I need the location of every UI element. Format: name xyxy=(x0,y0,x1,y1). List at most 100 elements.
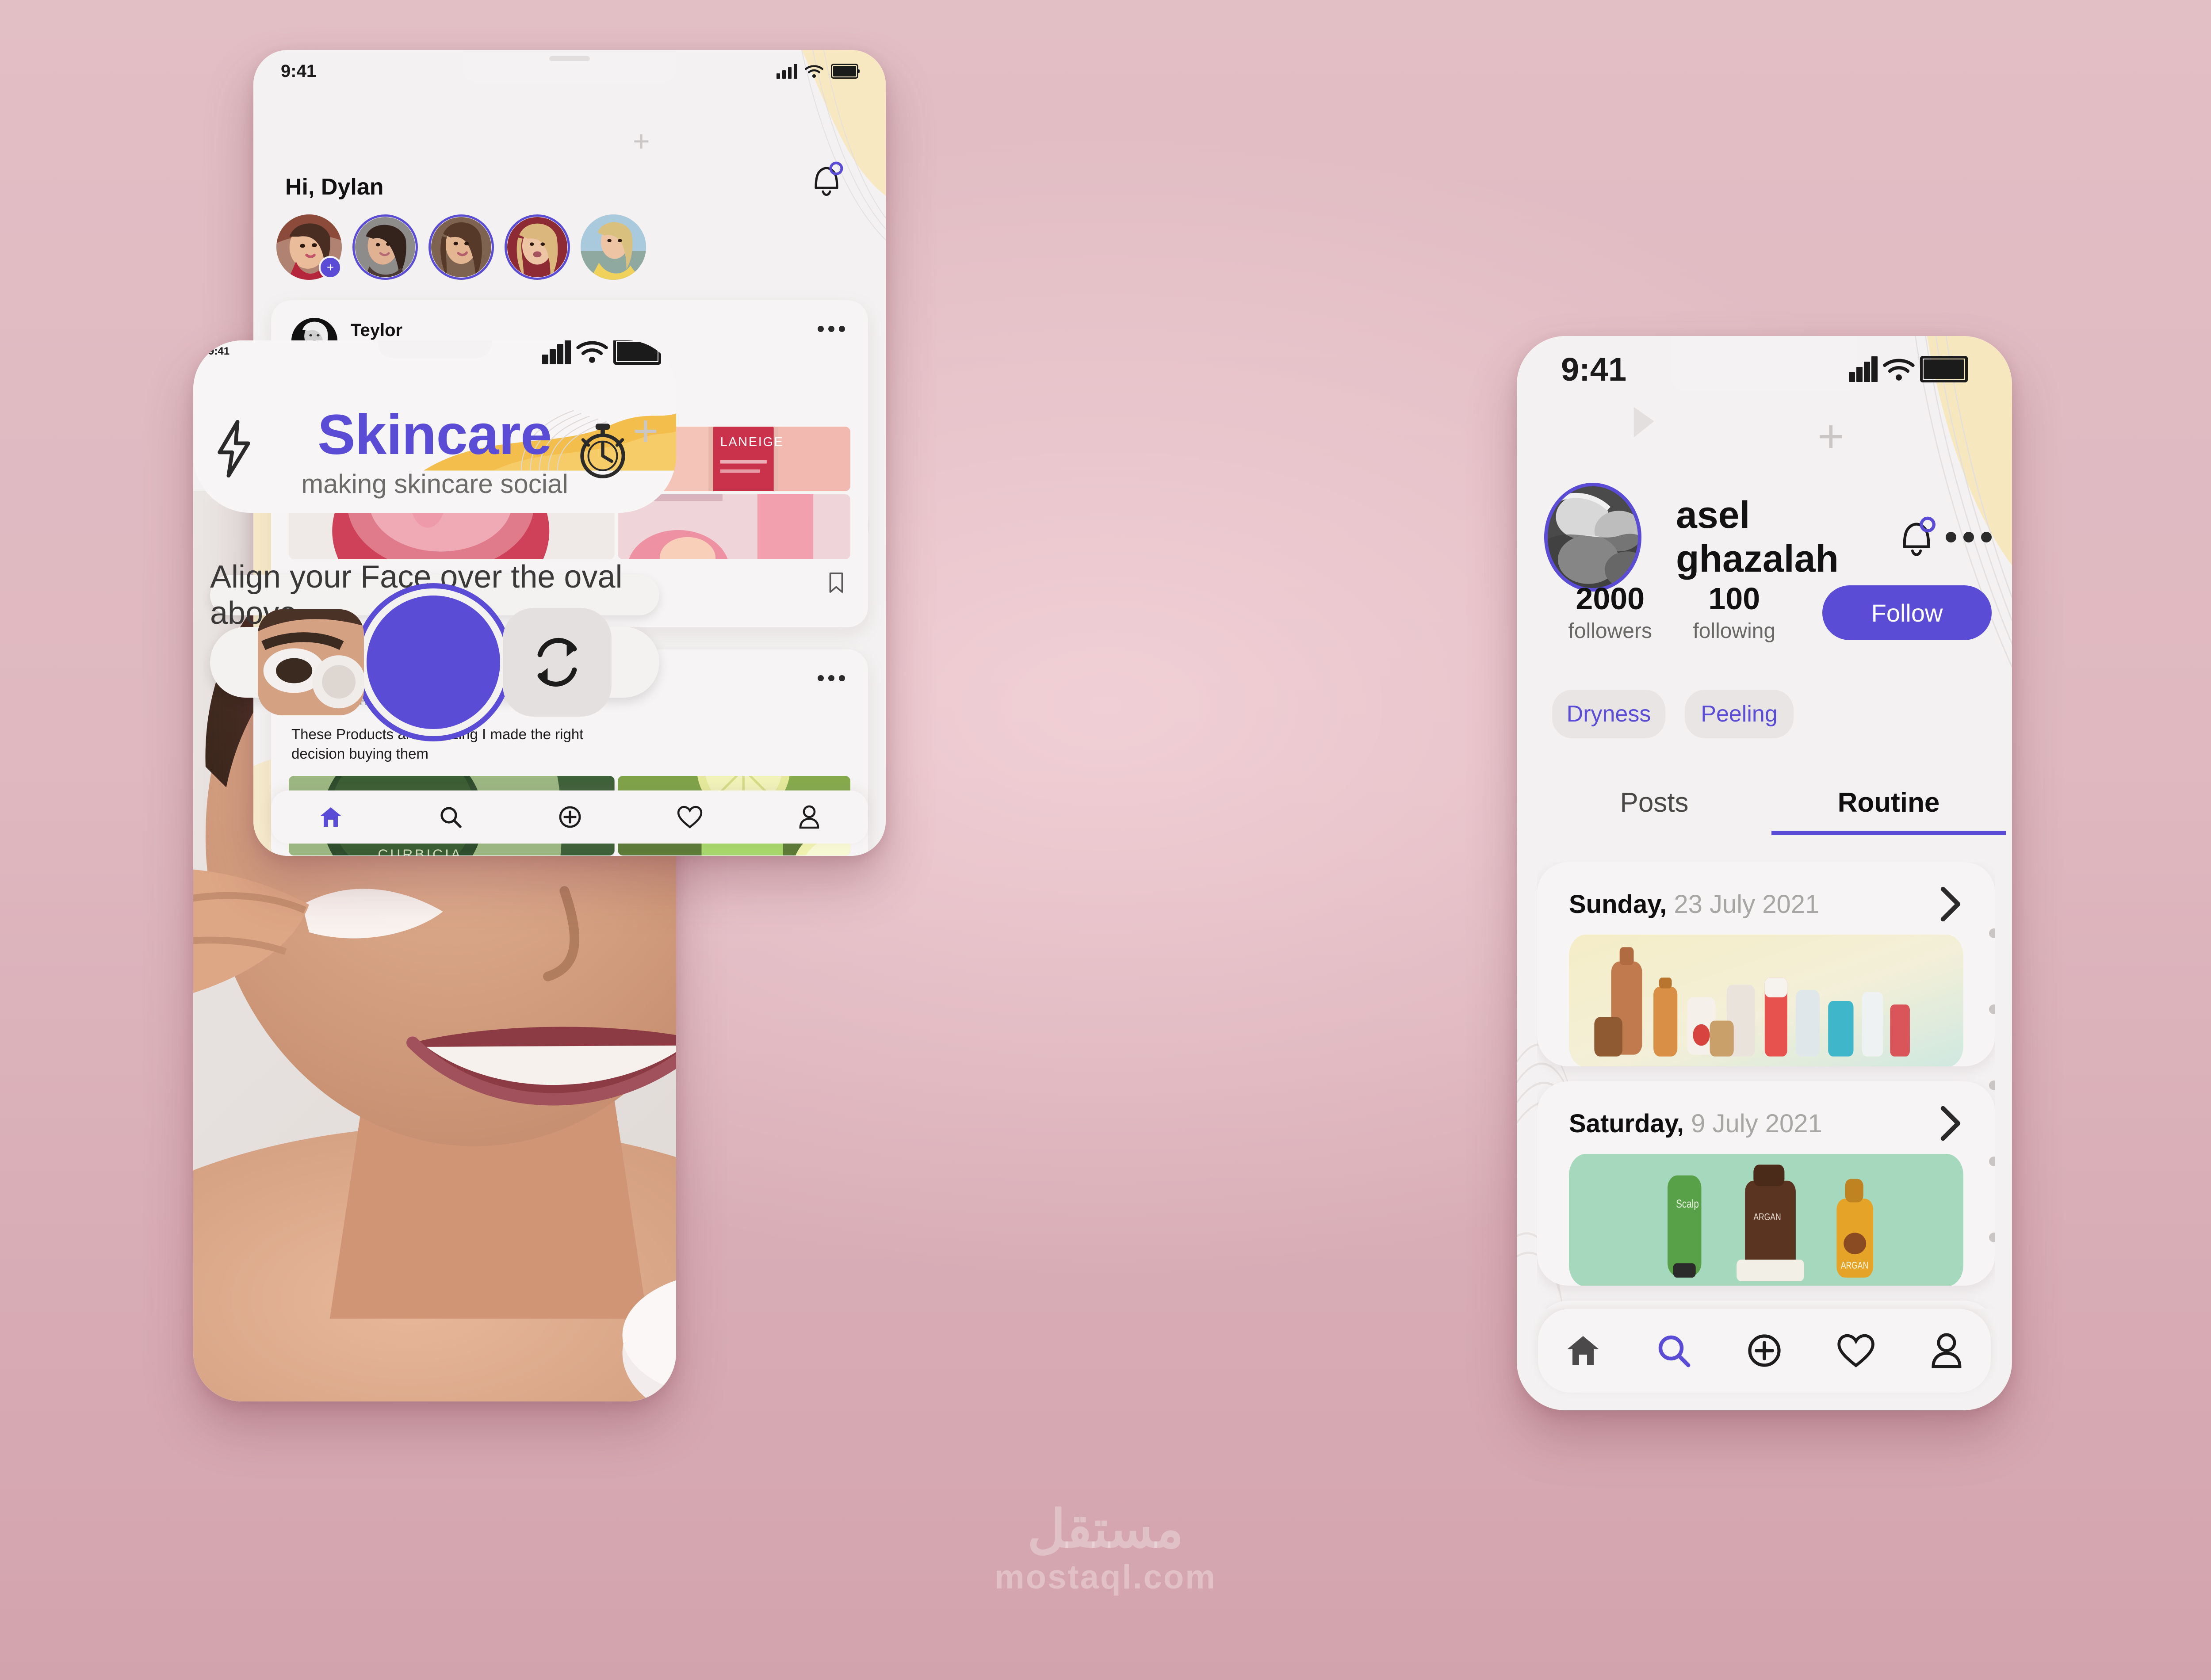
nav-search[interactable] xyxy=(1655,1332,1692,1369)
notifications-button[interactable] xyxy=(808,160,845,199)
nav-home[interactable] xyxy=(1565,1332,1602,1369)
story-item[interactable] xyxy=(505,214,570,280)
home-icon xyxy=(320,807,342,827)
followers-count: 2000 xyxy=(1576,581,1645,616)
post-more-icon[interactable] xyxy=(818,675,845,681)
camera-controls xyxy=(210,596,659,729)
nav-likes[interactable] xyxy=(677,805,703,829)
flip-camera-icon xyxy=(537,638,577,687)
story-avatar xyxy=(507,217,567,277)
greeting-title: Hi, Dylan xyxy=(285,174,384,200)
routine-date: Saturday, 9 July 2021 xyxy=(1569,1109,1822,1138)
play-triangle-decoration xyxy=(1633,407,1654,438)
plus-icon[interactable]: + xyxy=(633,406,658,457)
chip-peeling[interactable]: Peeling xyxy=(1685,690,1794,738)
svg-text:Scalp: Scalp xyxy=(1676,1198,1699,1210)
follow-button[interactable]: Follow xyxy=(1822,585,1992,641)
heart-icon xyxy=(1837,1334,1874,1368)
profile-avatar-image xyxy=(1548,486,1638,588)
phone2-notch xyxy=(463,50,676,84)
bottom-navigation[interactable] xyxy=(1538,1309,1991,1393)
person-icon xyxy=(799,805,819,829)
watermark: مستقل mostaql.com xyxy=(0,1503,2211,1596)
routine-list[interactable]: Sunday, 23 July 2021 Saturday, 9 July 20… xyxy=(1537,862,1995,1309)
story-photo xyxy=(581,214,646,280)
chip-dryness[interactable]: Dryness xyxy=(1552,690,1665,738)
bottom-navigation[interactable] xyxy=(271,790,868,844)
scroll-indicator[interactable] xyxy=(1989,862,1995,1309)
stat-followers: 2000 followers xyxy=(1553,581,1668,643)
stopwatch-icon[interactable] xyxy=(572,416,634,481)
save-button[interactable] xyxy=(827,572,845,594)
svg-text:ARGAN: ARGAN xyxy=(1841,1260,1868,1271)
story-item[interactable] xyxy=(352,214,418,280)
nav-likes[interactable] xyxy=(1836,1333,1875,1368)
skin-concern-chips: Dryness Peeling xyxy=(1552,690,1794,738)
chevron-right-icon[interactable] xyxy=(1938,1105,1963,1142)
post-more-icon[interactable] xyxy=(818,326,845,332)
phone1-header: Skincare making skincare social + xyxy=(193,340,676,513)
routine-item[interactable]: Friday, 1 July 2021 xyxy=(1537,1301,1995,1309)
story-item[interactable]: + xyxy=(276,214,342,280)
chevron-right-icon[interactable] xyxy=(1938,886,1963,922)
routine-item[interactable]: Saturday, 9 July 2021 Scalp ARGAN ARGAN xyxy=(1537,1081,1995,1286)
routine-date-value: 23 July 2021 xyxy=(1667,890,1820,919)
lightning-icon[interactable] xyxy=(212,420,256,477)
svg-text:CURBICIA: CURBICIA xyxy=(378,846,463,855)
plus-circle-icon xyxy=(559,806,581,828)
bookmark-icon xyxy=(829,572,843,593)
phone-3-profile: 9:41 + asel ghazalah 2000 followers 100 … xyxy=(1517,336,2012,1410)
home-icon xyxy=(1567,1336,1599,1365)
routine-products-sunday xyxy=(1569,935,1963,1066)
routine-date-value: 9 July 2021 xyxy=(1684,1109,1822,1138)
story-photo xyxy=(507,217,567,277)
shutter-button[interactable] xyxy=(367,596,500,729)
stat-following: 100 following xyxy=(1677,581,1792,643)
heart-icon xyxy=(677,806,703,829)
gallery-thumbnail[interactable] xyxy=(258,609,364,715)
profile-tabs[interactable]: Posts Routine xyxy=(1537,787,2006,835)
routine-products-saturday: Scalp ARGAN ARGAN xyxy=(1569,1154,1963,1286)
story-item[interactable] xyxy=(428,214,494,280)
routine-item[interactable]: Sunday, 23 July 2021 xyxy=(1537,862,1995,1066)
followers-label: followers xyxy=(1568,619,1652,643)
post-author: Teylor xyxy=(351,321,403,340)
nav-profile[interactable] xyxy=(1929,1332,1964,1369)
profile-name: asel ghazalah xyxy=(1675,494,1839,580)
add-story-badge[interactable]: + xyxy=(319,256,342,279)
phone-1-face-scan: Skincare making skincare social + 9:41 A… xyxy=(193,340,676,1401)
more-horizontal-icon[interactable] xyxy=(1946,532,1992,542)
flip-camera-button[interactable] xyxy=(503,608,612,717)
routine-products-image[interactable] xyxy=(1569,935,1963,1066)
story-item[interactable] xyxy=(581,214,646,280)
search-icon xyxy=(440,807,462,828)
nav-home[interactable] xyxy=(318,805,343,829)
routine-date: Sunday, 23 July 2021 xyxy=(1569,890,1819,919)
nav-create[interactable] xyxy=(558,805,582,829)
routine-products-image[interactable]: Scalp ARGAN ARGAN xyxy=(1569,1154,1963,1286)
following-count: 100 xyxy=(1708,581,1760,616)
plus-icon[interactable]: + xyxy=(633,124,650,158)
profile-stats: 2000 followers 100 following Follow xyxy=(1553,581,1992,643)
routine-day: Saturday, xyxy=(1569,1109,1684,1138)
plus-icon[interactable]: + xyxy=(1817,410,1844,463)
nav-create[interactable] xyxy=(1746,1332,1783,1369)
nav-search[interactable] xyxy=(438,805,463,829)
routine-header: Friday, 1 July 2021 xyxy=(1537,1301,1995,1309)
nav-profile[interactable] xyxy=(798,805,821,829)
routine-header: Saturday, 9 July 2021 xyxy=(1537,1081,1995,1154)
earpiece-speaker xyxy=(549,56,590,61)
bell-icon[interactable] xyxy=(1895,515,1938,559)
tab-routine[interactable]: Routine xyxy=(1771,787,2006,835)
routine-day: Sunday, xyxy=(1569,890,1667,919)
bell-icon xyxy=(815,161,843,196)
following-label: following xyxy=(1693,619,1776,643)
story-photo xyxy=(355,217,415,277)
watermark-arabic: مستقل xyxy=(1027,1500,1184,1558)
tab-posts[interactable]: Posts xyxy=(1537,787,1771,835)
search-icon xyxy=(1658,1335,1691,1367)
story-photo xyxy=(431,217,491,277)
avatar[interactable] xyxy=(1544,483,1641,592)
gallery-thumb-image xyxy=(258,609,364,715)
stories-row[interactable]: + xyxy=(276,214,886,280)
